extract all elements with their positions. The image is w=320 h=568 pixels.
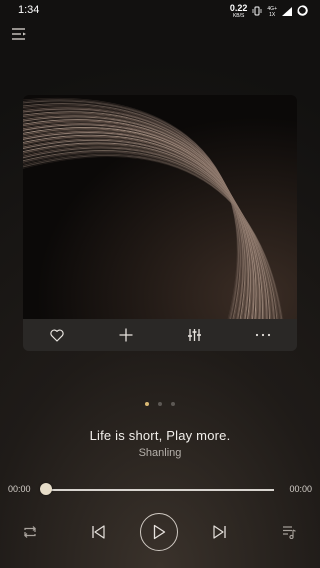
network-type-bottom: 1X xyxy=(269,12,276,18)
play-button[interactable] xyxy=(140,513,178,551)
page-dot-1[interactable] xyxy=(145,402,149,406)
page-dot-2[interactable] xyxy=(158,402,162,406)
total-time: 00:00 xyxy=(289,484,312,494)
playback-controls xyxy=(0,513,320,551)
network-speed-value: 0.22 xyxy=(229,3,248,13)
page-dot-3[interactable] xyxy=(171,402,175,406)
next-icon[interactable] xyxy=(210,522,230,542)
network-speed: 0.22 KB/S xyxy=(230,4,248,20)
album-card xyxy=(23,95,297,351)
playlist-icon[interactable] xyxy=(280,523,298,541)
seek-thumb[interactable] xyxy=(40,483,52,495)
elapsed-time: 00:00 xyxy=(8,484,31,494)
play-icon xyxy=(153,524,166,540)
seek-bar[interactable] xyxy=(46,489,274,491)
network-type: 4G+ 1X xyxy=(267,6,277,18)
network-speed-unit: KB/S xyxy=(232,13,245,19)
menu-icon[interactable] xyxy=(12,27,28,41)
track-artist: Shanling xyxy=(138,447,182,459)
status-icons: 0.22 KB/S 4G+ 1X xyxy=(230,3,308,21)
plus-icon[interactable] xyxy=(115,324,137,346)
status-time: 1:34 xyxy=(18,4,40,16)
equalizer-icon[interactable] xyxy=(183,324,205,346)
album-art-image[interactable] xyxy=(23,95,297,319)
heart-icon[interactable] xyxy=(46,324,68,346)
album-actions-bar xyxy=(23,319,297,351)
repeat-icon[interactable] xyxy=(20,523,40,541)
battery-icon xyxy=(297,3,308,21)
previous-icon[interactable] xyxy=(88,522,108,542)
signal-icon xyxy=(282,3,292,21)
track-title: Life is short, Play more. xyxy=(89,428,231,443)
status-bar: 1:34 0.22 KB/S 4G+ 1X xyxy=(0,0,320,22)
vibrate-icon xyxy=(252,3,262,21)
page-indicator xyxy=(0,402,320,406)
more-icon[interactable] xyxy=(252,324,274,346)
